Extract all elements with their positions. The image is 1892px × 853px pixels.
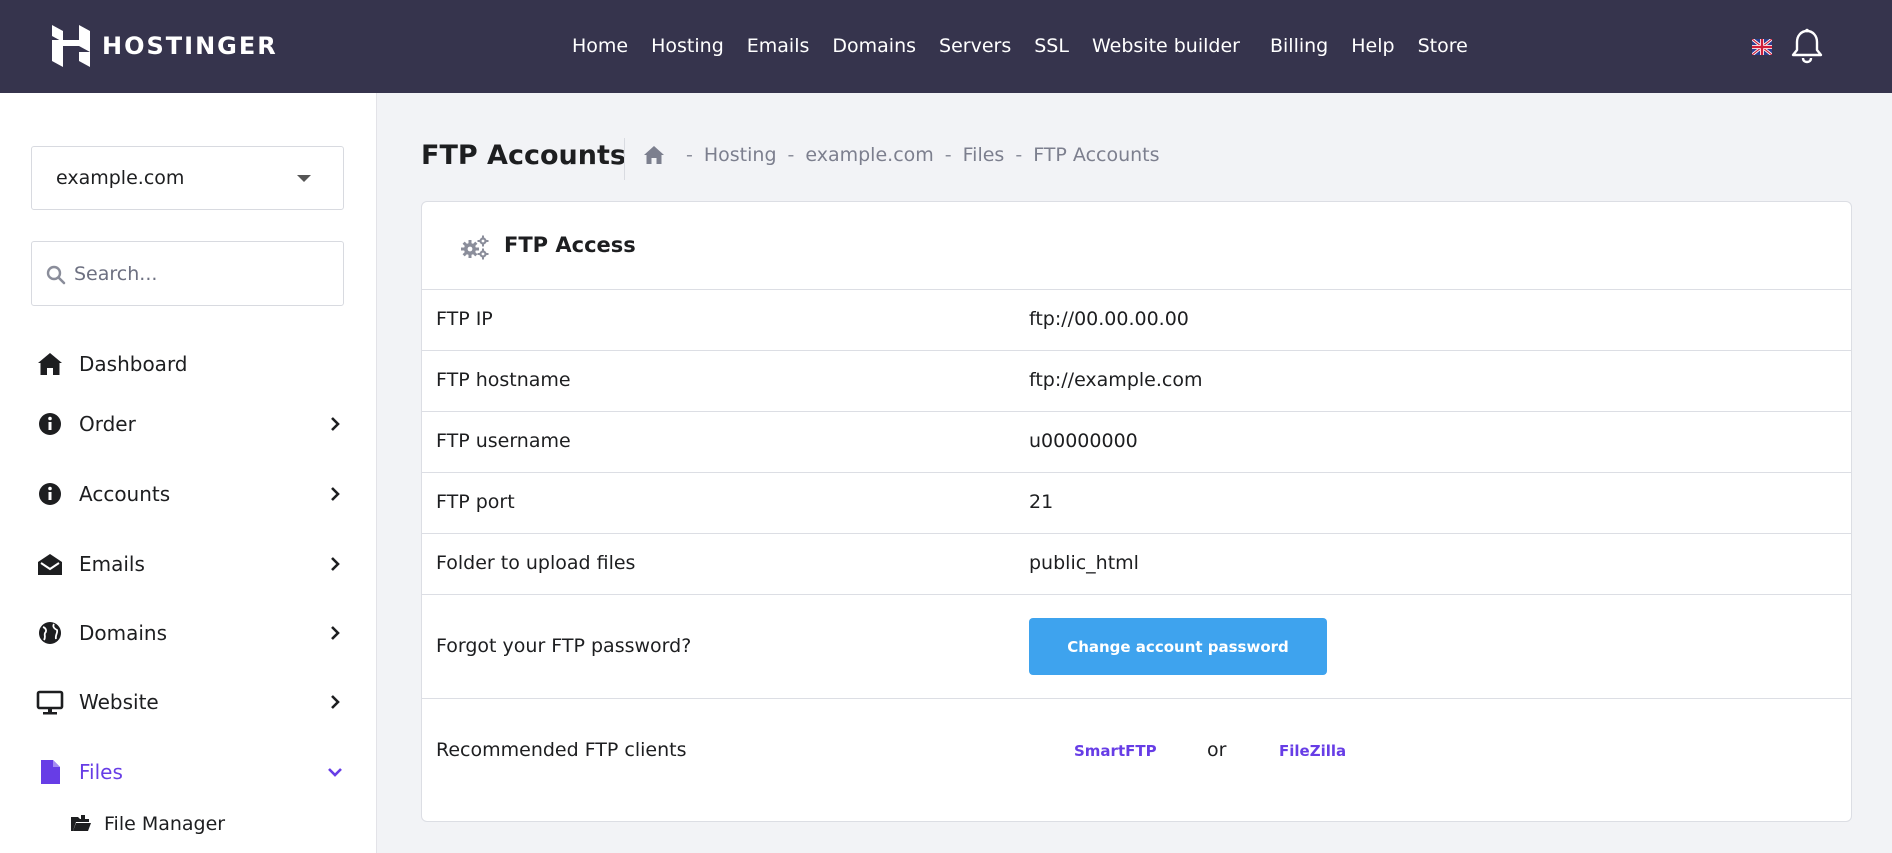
breadcrumb-ftp-accounts: FTP Accounts: [1033, 144, 1160, 166]
ftp-username-value: u00000000: [1029, 430, 1138, 452]
filezilla-link[interactable]: FileZilla: [1279, 742, 1346, 760]
search-box: [31, 241, 344, 306]
globe-icon: [39, 622, 61, 644]
sidebar-item-label: Domains: [79, 621, 168, 645]
ftp-username-label: FTP username: [436, 430, 571, 452]
breadcrumb-separator: -: [686, 144, 693, 166]
domain-select-value: example.com: [56, 167, 185, 189]
ftp-clients-row: Recommended FTP clients SmartFTP or File…: [422, 699, 1851, 821]
ftp-ip-row: FTP IP ftp://00.00.00.00: [422, 290, 1851, 351]
sidebar: example.com Dashboard Order Accounts: [0, 93, 377, 853]
chevron-down-icon: [328, 768, 342, 777]
caret-down-icon: [297, 175, 311, 182]
card-title: FTP Access: [504, 233, 636, 257]
chevron-right-icon: [331, 695, 340, 709]
sidebar-subitem-label: File Manager: [104, 813, 226, 835]
title-divider: [624, 138, 625, 180]
ftp-port-value: 21: [1029, 491, 1054, 513]
or-text: or: [1207, 739, 1227, 761]
upload-folder-label: Folder to upload files: [436, 552, 636, 574]
nav-website-builder[interactable]: Website builder: [1092, 35, 1240, 57]
folder-open-icon: [71, 815, 91, 831]
ftp-ip-label: FTP IP: [436, 308, 493, 330]
chevron-right-icon: [331, 557, 340, 571]
sidebar-item-label: Emails: [79, 552, 145, 576]
breadcrumb-domain[interactable]: example.com: [805, 144, 933, 166]
nav-emails[interactable]: Emails: [747, 35, 810, 57]
sidebar-item-label: Dashboard: [79, 352, 188, 376]
nav-billing[interactable]: Billing: [1270, 35, 1328, 57]
hostinger-logo[interactable]: HOSTINGER: [52, 24, 278, 68]
sidebar-item-files[interactable]: Files: [36, 752, 346, 792]
envelope-open-icon: [38, 554, 62, 575]
domain-select[interactable]: example.com: [31, 146, 344, 210]
nav-ssl[interactable]: SSL: [1034, 35, 1069, 57]
sidebar-item-order[interactable]: Order: [36, 404, 346, 444]
ftp-hostname-value: ftp://example.com: [1029, 369, 1203, 391]
ftp-clients-label: Recommended FTP clients: [436, 739, 687, 761]
brand-name: HOSTINGER: [102, 32, 278, 60]
chevron-right-icon: [331, 626, 340, 640]
nav-home[interactable]: Home: [572, 35, 628, 57]
nav-servers[interactable]: Servers: [939, 35, 1011, 57]
breadcrumb-separator: -: [1015, 144, 1023, 166]
card-header: FTP Access: [422, 202, 1851, 290]
ftp-port-label: FTP port: [436, 491, 515, 513]
password-label: Forgot your FTP password?: [436, 635, 692, 657]
notification-bell-icon[interactable]: [1790, 28, 1824, 64]
breadcrumb-separator: -: [787, 144, 795, 166]
home-icon: [38, 353, 62, 375]
search-icon: [46, 265, 66, 285]
nav-help[interactable]: Help: [1351, 35, 1394, 57]
info-icon: [39, 413, 61, 435]
page-title: FTP Accounts: [421, 140, 626, 171]
ftp-username-row: FTP username u00000000: [422, 412, 1851, 473]
breadcrumb-home-icon[interactable]: [643, 145, 665, 165]
sidebar-item-label: Files: [79, 760, 123, 784]
upload-folder-row: Folder to upload files public_html: [422, 534, 1851, 595]
sidebar-item-emails[interactable]: Emails: [36, 544, 346, 584]
logo-mark-icon: [52, 25, 90, 67]
monitor-icon: [36, 690, 64, 715]
ftp-access-card: FTP Access FTP IP ftp://00.00.00.00 FTP …: [421, 201, 1852, 822]
change-password-button[interactable]: Change account password: [1029, 618, 1327, 675]
sidebar-item-label: Website: [79, 690, 159, 714]
chevron-right-icon: [331, 417, 340, 431]
password-row: Forgot your FTP password? Change account…: [422, 595, 1851, 699]
file-icon: [41, 760, 60, 784]
sidebar-subitem-file-manager[interactable]: File Manager: [70, 806, 330, 842]
nav-hosting[interactable]: Hosting: [651, 35, 724, 57]
ftp-hostname-label: FTP hostname: [436, 369, 571, 391]
sidebar-item-accounts[interactable]: Accounts: [36, 474, 346, 514]
ftp-hostname-row: FTP hostname ftp://example.com: [422, 351, 1851, 412]
info-icon: [39, 483, 61, 505]
ftp-ip-value: ftp://00.00.00.00: [1029, 308, 1189, 330]
search-input[interactable]: [74, 242, 334, 305]
gears-icon: [461, 235, 489, 260]
main-nav: Home Hosting Emails Domains Servers SSL …: [572, 30, 1491, 62]
uk-flag-icon[interactable]: [1752, 39, 1772, 55]
breadcrumb-hosting[interactable]: Hosting: [704, 144, 777, 166]
sidebar-item-website[interactable]: Website: [36, 682, 346, 722]
breadcrumb-separator: -: [944, 144, 952, 166]
nav-store[interactable]: Store: [1418, 35, 1468, 57]
chevron-right-icon: [331, 487, 340, 501]
nav-domains[interactable]: Domains: [832, 35, 916, 57]
sidebar-item-domains[interactable]: Domains: [36, 613, 346, 653]
upload-folder-value: public_html: [1029, 552, 1139, 574]
sidebar-item-label: Accounts: [79, 482, 171, 506]
sidebar-item-label: Order: [79, 412, 136, 436]
sidebar-item-dashboard[interactable]: Dashboard: [36, 344, 346, 384]
breadcrumb-files[interactable]: Files: [963, 144, 1005, 166]
ftp-port-row: FTP port 21: [422, 473, 1851, 534]
breadcrumb: - Hosting - example.com - Files - FTP Ac…: [643, 144, 1160, 166]
top-navbar: HOSTINGER Home Hosting Emails Domains Se…: [0, 0, 1892, 93]
smartftp-link[interactable]: SmartFTP: [1074, 742, 1157, 760]
